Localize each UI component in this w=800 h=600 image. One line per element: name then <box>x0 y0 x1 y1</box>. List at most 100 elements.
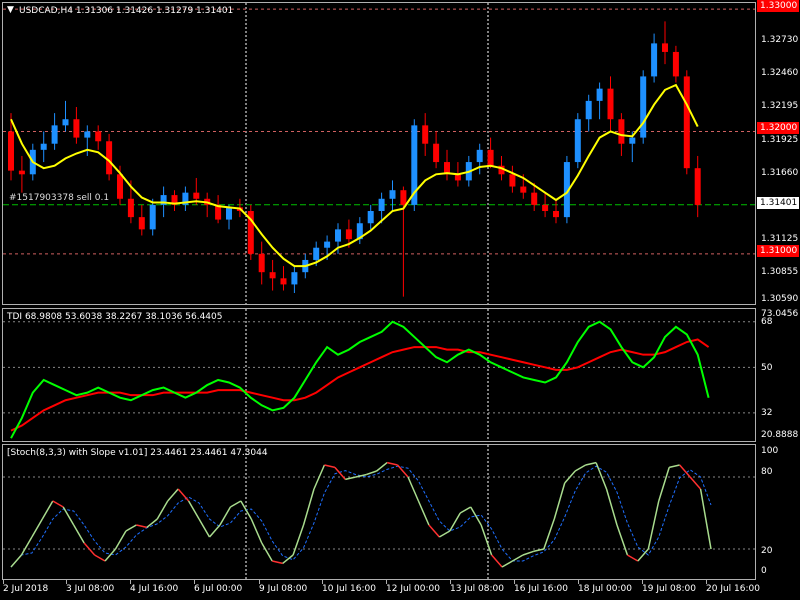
chart-window[interactable]: ▼ USDCAD,H4 1.31306 1.31426 1.31279 1.31… <box>0 0 800 600</box>
time-label: 10 Jul 16:00 <box>322 584 376 594</box>
price-chart[interactable] <box>3 3 755 304</box>
stoch-main-segment <box>459 506 472 514</box>
trade-label[interactable]: #1517903378 sell 0.1 <box>9 193 109 203</box>
candle-body <box>694 168 701 205</box>
current-price-tag: 1.31401 <box>757 197 799 209</box>
tdi-slow-line <box>10 338 710 432</box>
stoch-scale[interactable]: 100 80 20 0 <box>757 444 800 580</box>
price-tick: 1.31660 <box>761 168 799 178</box>
stoch-main-segment <box>407 476 420 502</box>
level-tag-1.31000: 1.31000 <box>757 245 799 257</box>
tdi-chart[interactable] <box>3 309 755 441</box>
candle-body <box>629 137 636 144</box>
tdi-scale[interactable]: 73.0456 68 50 32 20.8888 <box>757 308 800 442</box>
time-label: 18 Jul 00:00 <box>578 584 632 594</box>
stoch-main-segment <box>261 542 273 562</box>
candle-body <box>509 174 516 187</box>
stoch-signal-line <box>10 465 712 568</box>
time-tick <box>194 580 195 584</box>
stoch-main-segment <box>73 524 85 544</box>
candle-body <box>226 207 232 220</box>
candle-body <box>433 143 440 163</box>
stoch-main-segment <box>605 488 618 526</box>
stoch-main-segment <box>658 467 670 502</box>
time-label: 3 Jul 08:00 <box>66 584 115 594</box>
candle-body <box>269 272 276 279</box>
stoch-main-segment <box>156 500 169 520</box>
stoch-tick: 100 <box>761 446 779 456</box>
stoch-tick: 20 <box>761 546 773 556</box>
stoch-main-segment <box>177 488 190 502</box>
level-tag-1.33000: 1.33000 <box>757 0 799 12</box>
stoch-main-segment <box>31 518 43 538</box>
candle-body <box>291 272 298 285</box>
stoch-main-segment <box>272 560 283 565</box>
candle-body <box>313 247 320 260</box>
stoch-main-segment <box>167 488 179 502</box>
candle-body <box>574 119 581 163</box>
stoch-main-segment <box>553 482 566 520</box>
price-tick: 1.32730 <box>761 35 799 45</box>
stoch-main-segment <box>125 524 137 532</box>
stoch-main-segment <box>198 518 211 538</box>
stoch-main-segment <box>522 550 534 556</box>
candle-body <box>672 51 679 77</box>
stoch-tick: 0 <box>761 566 767 576</box>
stoch-main-segment <box>240 500 252 520</box>
time-axis[interactable]: 2 Jul 2018 3 Jul 08:00 4 Jul 16:00 6 Jul… <box>0 580 800 600</box>
stoch-main-segment <box>470 506 482 526</box>
stoch-chart[interactable] <box>3 445 755 579</box>
stoch-main-segment <box>230 500 242 508</box>
stoch-main-segment <box>324 464 336 469</box>
time-tick <box>3 580 4 584</box>
dropdown-arrow-icon[interactable]: ▼ <box>7 5 14 15</box>
time-label: 20 Jul 16:00 <box>706 584 760 594</box>
tdi-tick: 20.8888 <box>761 430 799 440</box>
stoch-main-segment <box>292 524 305 556</box>
candle-body <box>84 131 91 138</box>
stoch-main-segment <box>480 524 493 556</box>
stoch-main-segment <box>585 461 597 466</box>
stoch-label: [Stoch(8,3,3) with Slope v1.01] 23.4461 … <box>7 448 268 458</box>
price-scale[interactable]: 1.32730 1.32460 1.32195 1.31925 1.31660 … <box>757 2 800 305</box>
candle-body <box>651 43 658 77</box>
candle-body <box>18 170 25 175</box>
tdi-tick: 32 <box>761 408 773 418</box>
stoch-main-segment <box>187 500 200 520</box>
candle-body <box>149 204 156 230</box>
tdi-pane[interactable]: TDI 68.9808 53.6038 38.2267 38.1036 56.4… <box>2 308 756 442</box>
price-pane[interactable]: ▼ USDCAD,H4 1.31306 1.31426 1.31279 1.31… <box>2 2 756 305</box>
stoch-main-segment <box>208 524 221 538</box>
candle-body <box>400 190 407 205</box>
candle-body <box>193 192 200 199</box>
tdi-fast-line <box>10 320 710 439</box>
candle-body <box>127 198 134 218</box>
candle-body <box>51 125 58 144</box>
stoch-main-segment <box>376 462 388 472</box>
ma-line <box>10 83 699 268</box>
time-tick <box>322 580 323 584</box>
stoch-main-segment <box>491 554 503 568</box>
candle-body <box>378 198 385 212</box>
tdi-tick: 68 <box>761 317 773 327</box>
level-tag-1.32000: 1.32000 <box>757 122 799 134</box>
stoch-pane[interactable]: [Stoch(8,3,3) with Slope v1.01] 23.4461 … <box>2 444 756 580</box>
candle-body <box>662 43 668 52</box>
stoch-main-segment <box>501 560 513 568</box>
stoch-main-segment <box>10 554 23 568</box>
stoch-main-segment <box>345 476 356 481</box>
time-label: 6 Jul 00:00 <box>194 584 243 594</box>
stoch-main-segment <box>669 464 680 469</box>
price-tick: 1.30855 <box>761 267 799 277</box>
stoch-main-segment <box>136 524 147 529</box>
tdi-label: TDI 68.9808 53.6038 38.2267 38.1036 56.4… <box>7 312 223 322</box>
candle-body <box>531 192 538 205</box>
candle-body <box>640 76 647 138</box>
stoch-main-segment <box>449 512 461 532</box>
candle-body <box>335 229 341 242</box>
stoch-main-segment <box>543 518 555 550</box>
candle-body <box>596 88 603 101</box>
time-tick <box>450 580 451 584</box>
candle-body <box>487 149 494 166</box>
time-label: 2 Jul 2018 <box>3 584 49 594</box>
